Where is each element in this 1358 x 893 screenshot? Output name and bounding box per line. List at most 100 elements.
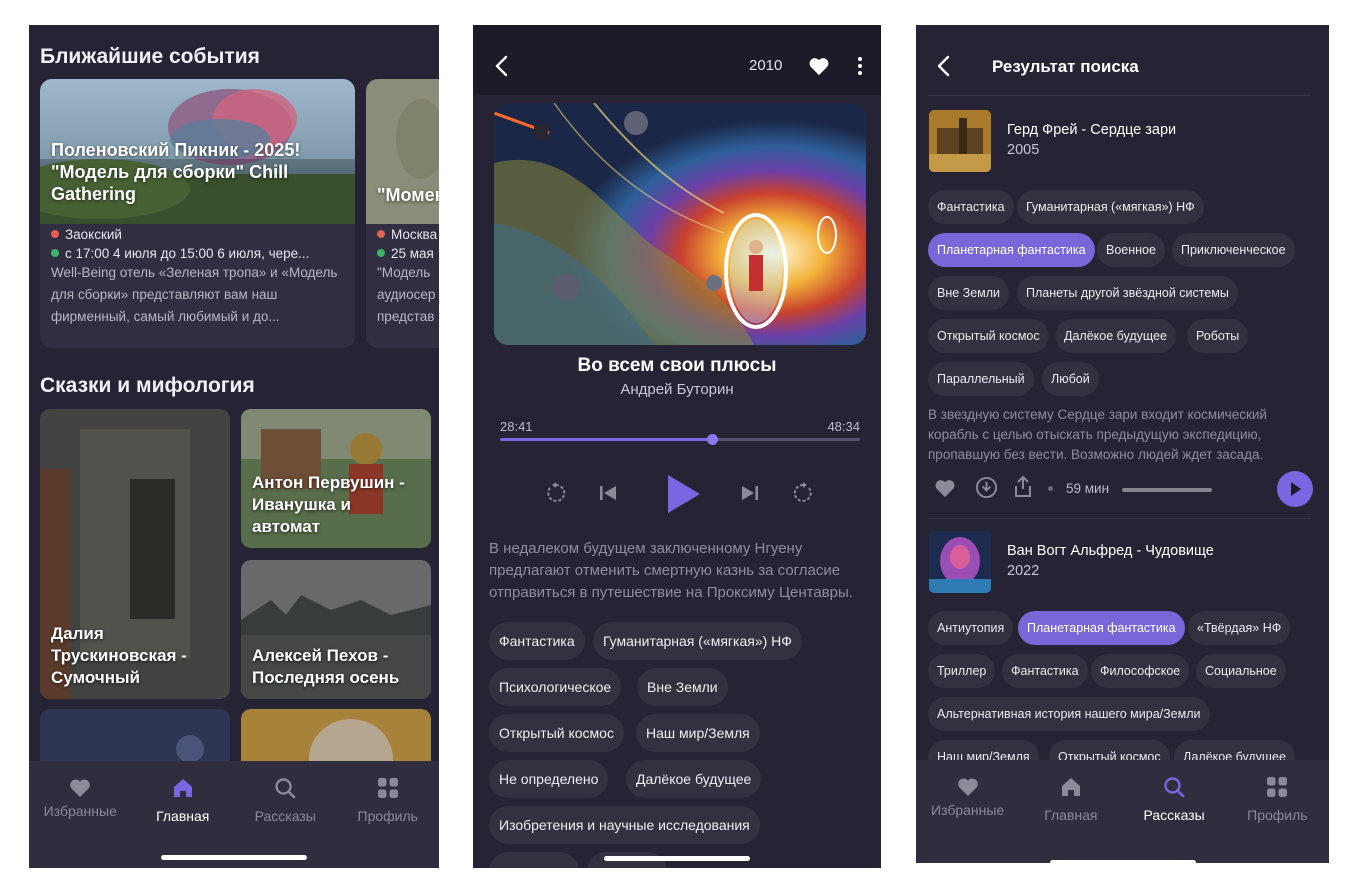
seek-handle[interactable]	[707, 434, 719, 445]
tag-chip-selected[interactable]: Планетарная фантастика	[928, 233, 1095, 267]
date-dot-icon	[377, 249, 385, 257]
tag-chip[interactable]: Социальное	[1196, 654, 1286, 688]
rewind-icon[interactable]	[544, 481, 568, 505]
back-arrow-icon[interactable]	[935, 55, 955, 77]
event-description: Well-Being отель «Зеленая тропа» и «Моде…	[51, 265, 338, 324]
book-year: 2005	[1007, 142, 1040, 158]
previous-icon[interactable]	[598, 484, 618, 502]
tag-chip[interactable]: Открытый космос	[928, 319, 1049, 353]
play-button[interactable]	[1277, 471, 1313, 507]
event-card[interactable]: "Момен Москва 25 мая "Модель аудиосер пр…	[366, 79, 439, 348]
tag-chip[interactable]: Параллельный	[928, 362, 1034, 396]
tab-home[interactable]: Главная	[1019, 760, 1122, 840]
tag-chip[interactable]: Наш мир/Земля	[636, 714, 760, 752]
tag-chip[interactable]: Далёкое будущее	[626, 760, 762, 798]
book-duration: 59 мин	[1066, 481, 1110, 496]
tag-chip[interactable]: Психологическое	[489, 668, 622, 706]
tab-home[interactable]: Главная	[132, 761, 235, 841]
tag-chip[interactable]: Фантастика	[1002, 654, 1088, 688]
more-icon[interactable]	[857, 56, 863, 76]
play-icon[interactable]	[665, 473, 703, 515]
story-tile[interactable]: Далия Трускиновская - Сумочный	[40, 409, 230, 699]
tag-chip[interactable]: Антиутопия	[928, 611, 1014, 645]
tag-chip[interactable]: Философское	[1091, 654, 1190, 688]
tag-chip[interactable]: Любой	[1042, 362, 1099, 396]
tag-chip-selected[interactable]: Планетарная фантастика	[1018, 611, 1185, 645]
total-time: 48:34	[827, 419, 860, 434]
event-date: с 17:00 4 июля до 15:00 6 июля, чере...	[51, 246, 309, 261]
event-title: "Момен	[377, 185, 439, 205]
tag-chip[interactable]: Альтернативная история нашего мира/Земли	[928, 697, 1210, 731]
heart-icon[interactable]	[808, 56, 830, 76]
heart-icon[interactable]	[934, 478, 956, 498]
tag-chip[interactable]: Вне Земли	[928, 276, 1010, 310]
event-card[interactable]: Поленовский Пикник - 2025! "Модель для с…	[40, 79, 355, 348]
tag-chip[interactable]: «Твёрдая» НФ	[1188, 611, 1291, 645]
tag-chip[interactable]: Планеты другой звёздной системы	[1017, 276, 1238, 310]
event-location: Москва	[377, 227, 437, 242]
download-icon[interactable]	[975, 476, 998, 499]
tab-profile[interactable]: Профиль	[1226, 760, 1329, 840]
story-tile[interactable]: Алексей Пехов - Последняя осень	[241, 560, 431, 699]
tag-chip[interactable]: Фантастика	[489, 622, 585, 660]
story-tile[interactable]	[241, 709, 431, 769]
location-dot-icon	[377, 230, 385, 238]
home-indicator	[161, 855, 307, 860]
tag-chip[interactable]: Далёкое будущее	[1055, 319, 1176, 353]
separator-dot	[1048, 486, 1053, 491]
location-dot-icon	[51, 230, 59, 238]
book-title[interactable]: Ван Вогт Альфред - Чудовище	[1007, 543, 1214, 559]
search-icon	[1164, 777, 1185, 798]
story-title: Алексей Пехов - Последняя осень	[252, 646, 400, 687]
track-description: В недалеком будущем заключенному Нгуену …	[489, 540, 853, 601]
story-tile[interactable]	[40, 709, 230, 769]
tag-chip[interactable]	[489, 852, 579, 868]
tag-chip[interactable]: Не определено	[489, 760, 609, 798]
book-year: 2022	[1007, 563, 1040, 579]
book-cover[interactable]	[929, 531, 991, 593]
tag-chip[interactable]: Приключенческое	[1172, 233, 1295, 267]
track-author: Андрей Буторин	[620, 381, 734, 398]
tab-stories[interactable]: Рассказы	[1123, 760, 1226, 840]
divider	[928, 518, 1311, 519]
back-arrow-icon[interactable]	[493, 55, 513, 77]
seek-bar[interactable]	[500, 434, 860, 445]
player-screen: 2010 Во всем свои плюсы Андрей Буторин 2…	[473, 25, 881, 868]
share-icon[interactable]	[1012, 474, 1034, 498]
date-dot-icon	[51, 249, 59, 257]
tab-favorites[interactable]: Избранные	[29, 761, 132, 841]
home-icon	[173, 779, 192, 797]
home-screen: Ближайшие события Поленовский Пикник - 2…	[29, 25, 439, 868]
tag-chip[interactable]: Изобретения и научные исследования	[489, 806, 760, 844]
tab-profile[interactable]: Профиль	[337, 761, 440, 841]
book-cover[interactable]	[929, 110, 991, 172]
tag-chip[interactable]: Гуманитарная («мягкая») НФ	[1017, 190, 1204, 224]
tab-favorites[interactable]: Избранные	[916, 760, 1019, 840]
event-date: 25 мая	[377, 246, 434, 261]
story-tile[interactable]: Антон Первушин - Иванушка и автомат	[241, 409, 431, 548]
tag-chip[interactable]: Гуманитарная («мягкая») НФ	[593, 622, 802, 660]
story-cover-image	[241, 709, 431, 769]
tag-chip[interactable]: Роботы	[1187, 319, 1249, 353]
next-icon[interactable]	[740, 484, 760, 502]
book-description: В звездную систему Сердце зари входит ко…	[928, 407, 1267, 462]
tag-chip[interactable]: Открытый космос	[489, 714, 624, 752]
home-icon	[1061, 778, 1080, 796]
event-description: "Модель аудиосер представ	[377, 265, 436, 324]
search-icon	[275, 778, 296, 799]
event-location: Заокский	[51, 227, 122, 242]
tag-chip[interactable]: Военное	[1097, 233, 1165, 267]
tab-stories[interactable]: Рассказы	[234, 761, 337, 841]
tab-bar: Избранные Главная Рассказы Профиль	[916, 760, 1329, 863]
tab-bar: Избранные Главная Рассказы Профиль	[29, 761, 439, 868]
tag-chip[interactable]: Триллер	[928, 654, 996, 688]
heart-icon	[70, 779, 91, 797]
book-title[interactable]: Герд Фрей - Сердце зари	[1007, 122, 1176, 138]
divider	[928, 95, 1311, 96]
section-title-tales: Сказки и мифология	[40, 374, 255, 397]
home-indicator	[1049, 860, 1196, 863]
release-year: 2010	[749, 57, 783, 74]
tag-chip[interactable]: Фантастика	[928, 190, 1014, 224]
tag-chip[interactable]: Вне Земли	[637, 668, 728, 706]
forward-icon[interactable]	[791, 481, 815, 505]
